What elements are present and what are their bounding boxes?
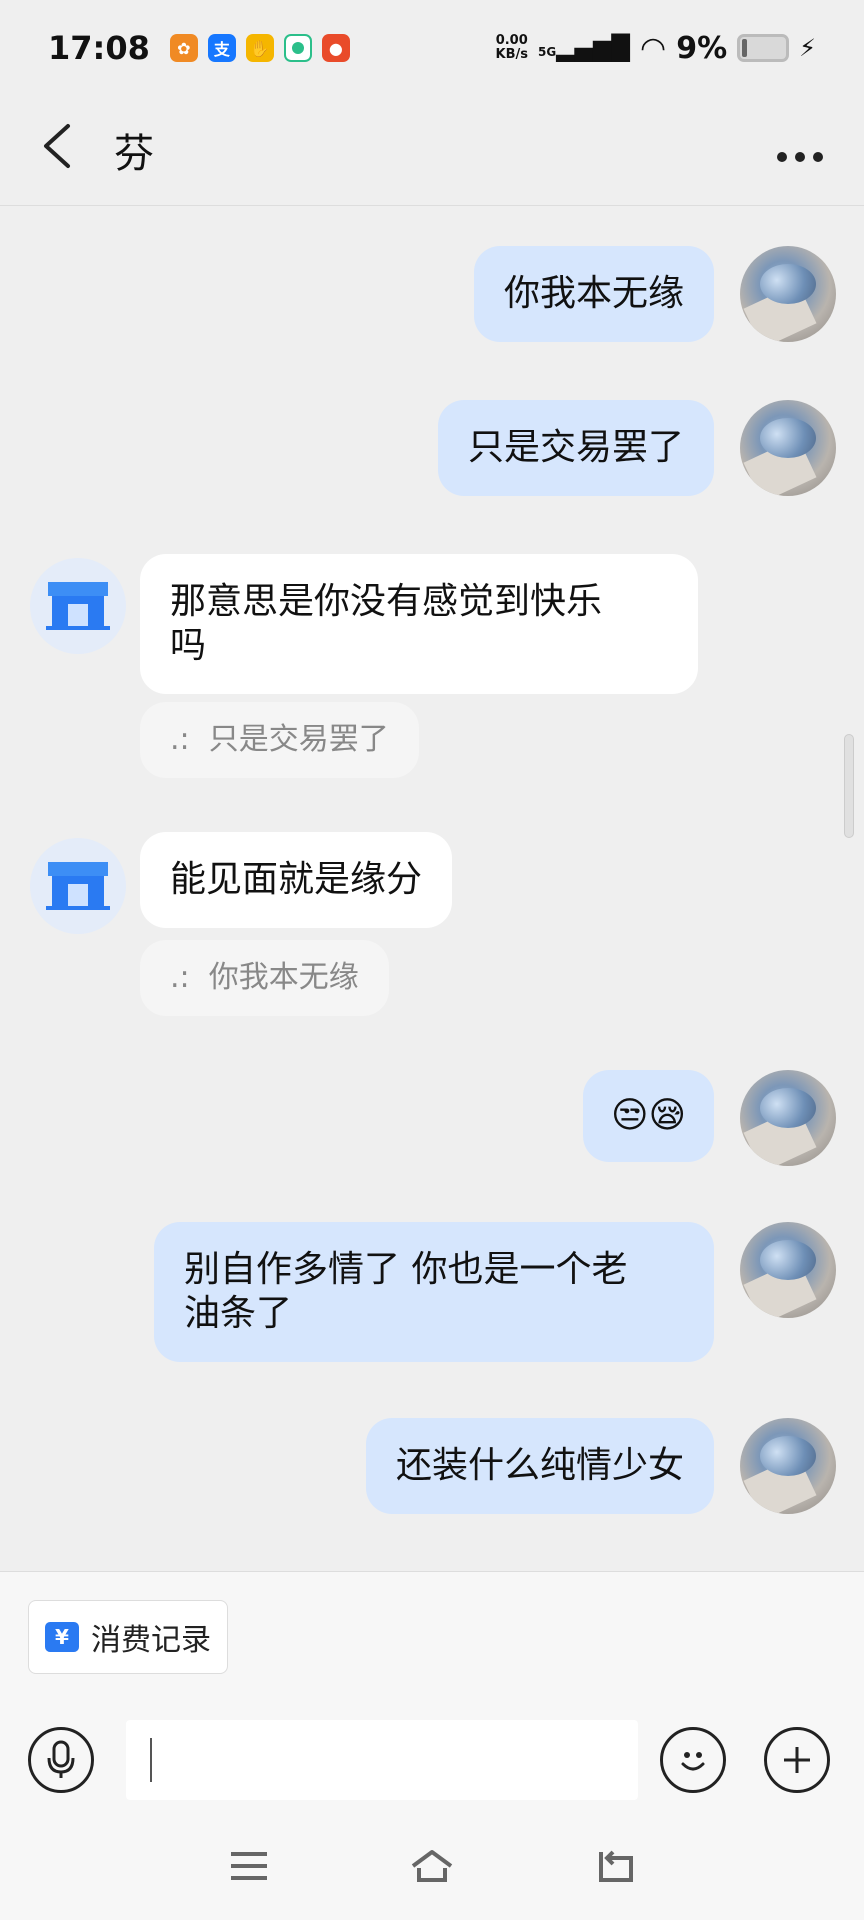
consumption-record-button[interactable]: ¥ 消费记录 <box>28 1600 228 1674</box>
my-avatar[interactable] <box>740 1070 836 1166</box>
shop-avatar[interactable] <box>30 838 126 934</box>
my-avatar[interactable] <box>740 1418 836 1514</box>
message-line: 油条了 <box>184 1293 293 1334</box>
chat-area[interactable]: 你我本无缘 只是交易罢了 那意思是你没有感觉到快乐 吗 .: 只是交易罢了 能见… <box>0 206 864 1570</box>
quoted-reply[interactable]: .: 你我本无缘 <box>140 940 389 1016</box>
signal-label: 5G <box>537 45 557 59</box>
quoted-reply[interactable]: .: 只是交易罢了 <box>140 702 419 778</box>
contact-name: 芬 <box>114 131 154 177</box>
green-circle-app-icon <box>283 34 312 62</box>
back-icon[interactable] <box>40 122 100 178</box>
system-nav-bar <box>0 1818 864 1920</box>
message-bubble[interactable]: 还装什么纯情少女 <box>365 1418 714 1514</box>
home-icon[interactable] <box>409 1848 455 1891</box>
quote-text: 只是交易罢了 <box>208 722 389 757</box>
message-outgoing[interactable]: 还装什么纯情少女 <box>365 1418 714 1514</box>
network-speed: 0.00 KB/s <box>496 34 528 62</box>
charging-icon: ⚡ <box>799 34 816 62</box>
message-line: 那意思是你没有感觉到快乐 <box>170 581 603 622</box>
app-notification-icon: ✿ <box>169 34 198 62</box>
bottom-panel: ¥ 消费记录 <box>0 1572 864 1818</box>
notification-icons: ✿ 支 ✋ ● <box>169 34 350 62</box>
message-incoming[interactable]: 那意思是你没有感觉到快乐 吗 <box>140 554 698 694</box>
status-time: 17:08 <box>48 29 150 67</box>
message-line: 吗 <box>170 625 207 666</box>
message-bubble[interactable]: 别自作多情了 你也是一个老 油条了 <box>154 1222 714 1362</box>
wifi-icon: ◠ <box>640 30 667 66</box>
consumption-record-label: 消费记录 <box>91 1623 211 1658</box>
message-input[interactable] <box>126 1720 638 1800</box>
my-avatar[interactable] <box>740 400 836 496</box>
message-bubble[interactable]: 那意思是你没有感觉到快乐 吗 <box>140 554 698 694</box>
network-speed-unit: KB/s <box>495 47 528 62</box>
message-bubble[interactable]: 你我本无缘 <box>473 246 714 342</box>
chat-header: 芬 <box>0 96 864 204</box>
menu-icon[interactable] <box>229 1849 269 1889</box>
quote-text: 你我本无缘 <box>208 960 359 995</box>
battery-percent: 9% <box>676 30 728 66</box>
status-right: 0.00 KB/s 5G▂▄▆█ ◠ 9% ⚡ <box>496 31 816 66</box>
message-outgoing[interactable]: 你我本无缘 <box>473 246 714 342</box>
shop-avatar[interactable] <box>30 558 126 654</box>
emoji-message-bubble[interactable]: 😒😪 <box>582 1070 714 1162</box>
network-speed-value: 0.00 <box>495 33 528 48</box>
add-button[interactable] <box>764 1727 830 1793</box>
input-row <box>0 1720 864 1800</box>
red-app-icon: ● <box>321 34 350 62</box>
my-avatar[interactable] <box>740 246 836 342</box>
shop-icon <box>46 582 110 630</box>
text-cursor <box>150 1738 152 1782</box>
shop-icon <box>46 862 110 910</box>
message-bubble[interactable]: 能见面就是缘分 <box>140 832 453 928</box>
quote-prefix: .: <box>170 722 190 757</box>
message-outgoing[interactable]: 😒😪 <box>582 1070 714 1162</box>
emoji-button[interactable] <box>660 1727 726 1793</box>
back-nav-icon[interactable] <box>595 1848 635 1891</box>
voice-button[interactable] <box>28 1727 94 1793</box>
my-avatar[interactable] <box>740 1222 836 1318</box>
smiley-icon <box>681 1752 705 1771</box>
status-bar: 17:08 ✿ 支 ✋ ● 0.00 KB/s 5G▂▄▆█ ◠ 9% ⚡ <box>0 0 864 96</box>
message-outgoing[interactable]: 只是交易罢了 <box>437 400 714 496</box>
scrollbar[interactable] <box>844 734 854 838</box>
microphone-icon <box>47 1740 75 1778</box>
signal-icon: 5G▂▄▆█ <box>537 34 631 62</box>
message-outgoing[interactable]: 别自作多情了 你也是一个老 油条了 <box>154 1222 714 1362</box>
more-icon[interactable] <box>776 127 824 173</box>
alipay-icon: 支 <box>207 34 236 62</box>
hand-app-icon: ✋ <box>245 34 274 62</box>
message-line: 别自作多情了 你也是一个老 <box>184 1249 628 1290</box>
quote-prefix: .: <box>170 960 190 995</box>
receipt-icon: ¥ <box>45 1622 79 1652</box>
message-bubble[interactable]: 只是交易罢了 <box>437 400 714 496</box>
plus-icon <box>784 1747 810 1773</box>
battery-icon <box>737 34 790 62</box>
message-incoming[interactable]: 能见面就是缘分 <box>140 832 453 928</box>
